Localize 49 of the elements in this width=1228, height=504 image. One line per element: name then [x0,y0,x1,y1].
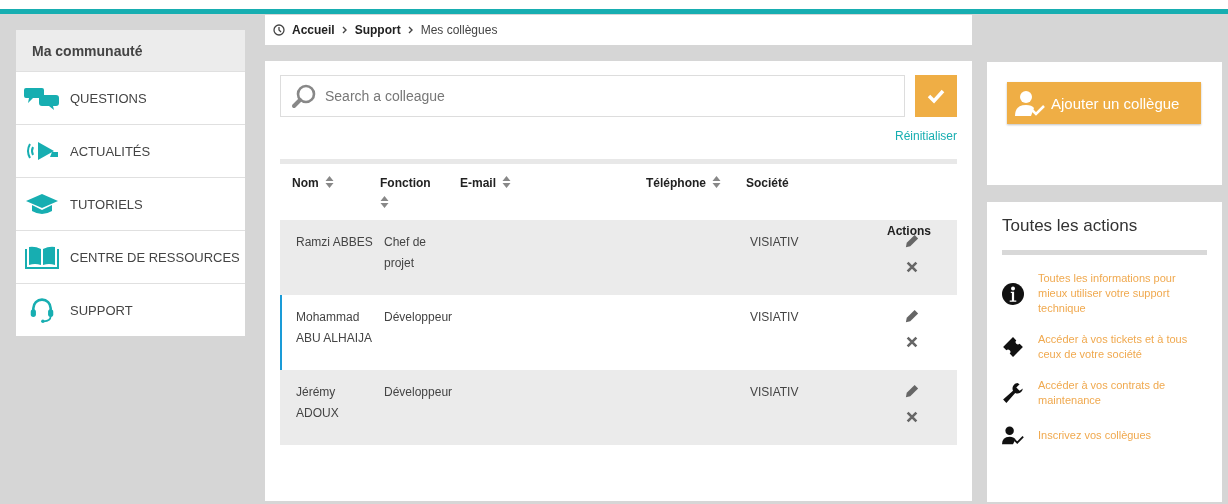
user-check-icon [1015,90,1045,116]
table-cell-text: Jérémy ADOUX [296,384,340,422]
search-field[interactable]: Search a colleague [280,75,905,117]
sidebar-item[interactable]: CENTRE DE RESSOURCES [16,230,245,283]
pencil-icon[interactable] [905,384,919,398]
sort-icon[interactable] [324,176,334,188]
table-cell-text: VISIATIV [750,384,800,401]
wrench-icon [1002,382,1024,404]
search-icon [291,83,317,109]
open-book-icon [24,244,60,270]
panel-title: Toutes les actions [1002,216,1139,236]
pencil-icon[interactable] [905,234,919,248]
sidebar-item[interactable]: TUTORIELS [16,177,245,230]
table-cell-text: Mohammad ABU ALHAIJA [296,309,374,347]
breadcrumb-link[interactable]: Accueil [292,23,335,37]
ticket-icon [1002,336,1024,358]
column-header[interactable]: E-mail [460,176,496,190]
breadcrumb-link[interactable]: Support [354,23,401,37]
table-cell-text: Développeur [384,309,454,326]
delete-icon[interactable] [905,410,919,424]
breadcrumb-link[interactable]: Mes collègues [420,23,498,37]
table-cell-text: Chef de projet [384,234,428,272]
column-header[interactable]: Nom [292,176,319,190]
sidebar-item[interactable]: SUPPORT [16,283,245,336]
delete-icon[interactable] [905,260,919,274]
column-header[interactable]: Actions [887,224,931,238]
info-icon [1002,282,1024,305]
delete-icon[interactable] [905,335,919,349]
table-cell-text: Développeur [384,384,454,401]
column-header[interactable]: Société [746,176,789,190]
sidebar-title: Ma communauté [16,30,245,71]
sidebar-item[interactable]: QUESTIONS [16,71,245,124]
clock-icon [273,24,285,36]
sort-icon[interactable] [712,176,721,188]
table-cell-text: VISIATIV [750,309,800,326]
user-check-icon [1002,424,1024,446]
table-cell-text: VISIATIV [750,234,800,251]
chevron-icon [341,26,348,34]
sidebar-item[interactable]: ACTUALITÉS [16,124,245,177]
table-row[interactable]: Jérémy ADOUX Développeur VISIATIV [280,370,957,445]
pencil-icon[interactable] [905,309,919,323]
chat-bubbles-icon [24,85,60,111]
column-header[interactable]: Fonction [380,176,431,190]
sort-icon[interactable] [502,176,511,188]
chevron-icon [407,26,414,34]
graduation-cap-icon [24,191,60,217]
column-header[interactable]: Téléphone [646,176,706,190]
sort-icon[interactable] [380,196,389,208]
table-cell-text: Ramzi ABBES [296,234,374,251]
